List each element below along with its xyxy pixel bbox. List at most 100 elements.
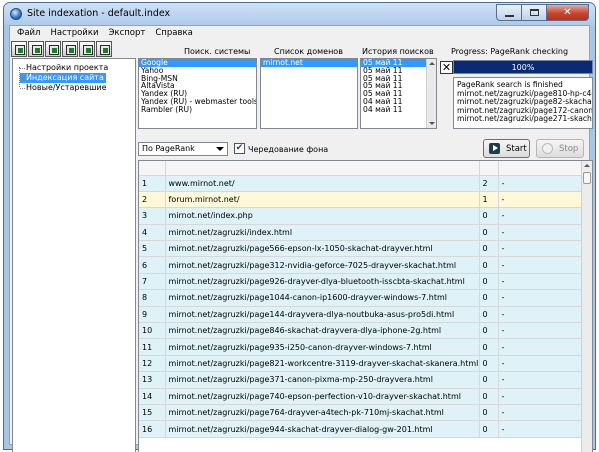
table-row[interactable]: 13 mirnot.net/zagruzki/page371-canon-pixm…: [139, 371, 584, 389]
search-engines-header: Поиск. системы: [184, 47, 251, 56]
table-row[interactable]: 14 mirnot.net/zagruzki/page740-epson-perf…: [139, 388, 584, 405]
toolbar-export-icon[interactable]: [79, 41, 95, 57]
grid-header-cell[interactable]: [165, 161, 480, 176]
menu-settings[interactable]: Настройки: [45, 28, 103, 38]
tree-item-new-obsolete[interactable]: Новые/Устаревшие: [20, 83, 109, 93]
close-icon: ✕: [441, 61, 452, 74]
title-bar[interactable]: Site indexation - default.index ✕: [4, 3, 595, 25]
start-label: Start: [506, 143, 527, 154]
table-cell-extra: -: [498, 420, 584, 438]
search-engines-list[interactable]: Google Yahoo Bing-MSN AltaVista Yandex (…: [138, 58, 257, 129]
table-cell-url: mirnot.net/zagruzki/page764-drayver-a4te…: [165, 404, 480, 422]
client-area: Файл Настройки Экспорт Справка Поиск. си…: [9, 25, 593, 452]
table-cell-pr: 1: [479, 191, 499, 209]
menu-file[interactable]: Файл: [12, 28, 45, 38]
close-button[interactable]: ✕: [547, 4, 589, 21]
table-row[interactable]: 6 mirnot.net/zagruzki/page312-nvidia-gefo…: [139, 256, 584, 274]
delete-history-button[interactable]: ✕: [440, 61, 453, 74]
table-cell-url: www.mirnot.net/: [165, 175, 480, 192]
stop-label: Stop: [559, 143, 579, 154]
domains-list[interactable]: mirnot.net: [260, 58, 358, 129]
tree-item-site-indexation[interactable]: Индексация сайта: [20, 73, 106, 83]
progress-header: Progress: PageRank checking: [451, 47, 569, 56]
table-cell-n: 8: [139, 289, 166, 307]
table-row[interactable]: 4 mirnot.net/zagruzki/index.html 0-: [139, 224, 584, 242]
chevron-down-icon: [216, 147, 224, 151]
grid-header-cell[interactable]: [139, 161, 166, 176]
table-row[interactable]: 1 www.mirnot.net/2-: [139, 175, 584, 192]
start-button[interactable]: Start: [483, 139, 530, 158]
toolbar: [10, 41, 113, 58]
table-cell-url: mirnot.net/zagruzki/page144-drayvera-dly…: [165, 306, 480, 324]
table-row[interactable]: 5 mirnot.net/zagruzki/page566-epson-lx-10…: [139, 240, 584, 258]
table-cell-pr: 0: [479, 404, 499, 422]
history-list[interactable]: 05 май 11 05 май 11 05 май 11 05 май 11 …: [360, 58, 437, 129]
table-cell-n: 9: [139, 306, 166, 324]
table-row[interactable]: 9 mirnot.net/zagruzki/page144-drayvera-dl…: [139, 306, 584, 324]
table-cell-n: 6: [139, 256, 166, 274]
table-row[interactable]: 2 forum.mirnot.net/1-: [139, 191, 584, 209]
table-cell-n: 14: [139, 388, 166, 405]
table-row[interactable]: 3 mirnot.net/index.php 0-: [139, 207, 584, 225]
table-cell-pr: 0: [479, 355, 499, 373]
table-cell-extra: -: [498, 355, 584, 373]
history-header: История поисков: [362, 47, 434, 56]
app-window: Site indexation - default.index ✕ Файл Н…: [3, 2, 596, 452]
scroll-up-icon[interactable]: [429, 62, 435, 65]
alternate-bg-checkbox[interactable]: ✔: [234, 143, 245, 154]
table-cell-n: 2: [139, 191, 166, 209]
sort-select[interactable]: По PageRank: [138, 142, 228, 156]
table-cell-url: mirnot.net/zagruzki/page566-epson-lx-105…: [165, 240, 480, 258]
check-icon: ✔: [235, 143, 244, 153]
toolbar-save-icon[interactable]: [45, 41, 61, 57]
table-cell-n: 15: [139, 404, 166, 422]
sort-select-value: По PageRank: [142, 144, 195, 153]
table-row[interactable]: 12 mirnot.net/zagruzki/page821-workcentre…: [139, 355, 584, 373]
table-cell-pr: 0: [479, 420, 499, 438]
list-item[interactable]: Rambler (RU): [139, 105, 256, 114]
table-cell-url: mirnot.net/zagruzki/page1044-canon-ip160…: [165, 289, 480, 307]
scroll-down-icon[interactable]: [429, 122, 435, 125]
scroll-up-icon[interactable]: [584, 164, 590, 167]
table-row[interactable]: 7 mirnot.net/zagruzki/page926-drayver-dly…: [139, 273, 584, 291]
table-cell-extra: -: [498, 338, 584, 356]
menu-help[interactable]: Справка: [150, 28, 197, 38]
table-row[interactable]: 15 mirnot.net/zagruzki/page764-drayver-a4…: [139, 404, 584, 422]
table-cell-pr: 0: [479, 371, 499, 389]
table-cell-pr: 0: [479, 207, 499, 225]
toolbar-new-icon[interactable]: [11, 41, 27, 57]
minimize-button[interactable]: [496, 4, 522, 21]
stop-icon: [542, 143, 553, 154]
table-cell-url: mirnot.net/zagruzki/page944-skachat-dray…: [165, 420, 480, 438]
table-row[interactable]: 16 mirnot.net/zagruzki/page944-skachat-dr…: [139, 420, 584, 438]
list-item[interactable]: 04 май 11: [361, 105, 436, 114]
results-grid: 1 www.mirnot.net/2-2 forum.mirnot.net/1-3 m…: [138, 160, 593, 452]
list-item[interactable]: mirnot.net: [261, 59, 357, 67]
table-cell-url: mirnot.net/zagruzki/page926-drayver-dlya…: [165, 273, 480, 291]
history-scrollbar[interactable]: [426, 59, 436, 128]
scroll-thumb[interactable]: [583, 172, 591, 184]
table-cell-url: mirnot.net/zagruzki/index.html: [165, 224, 480, 242]
toolbar-open-icon[interactable]: [28, 41, 44, 57]
menu-export[interactable]: Экспорт: [104, 28, 151, 38]
table-row[interactable]: 8 mirnot.net/zagruzki/page1044-canon-ip16…: [139, 289, 584, 307]
maximize-button[interactable]: [522, 4, 547, 21]
grid-header-cell[interactable]: [479, 161, 499, 176]
table-cell-url: mirnot.net/zagruzki/page821-workcentre-3…: [165, 355, 480, 373]
play-icon: [489, 143, 500, 154]
table-cell-extra: -: [498, 388, 584, 405]
table-cell-pr: 0: [479, 322, 499, 340]
grid-header-row: [139, 161, 584, 176]
stop-button[interactable]: Stop: [536, 139, 584, 158]
table-row[interactable]: 10 mirnot.net/zagruzki/page846-skachat-dr…: [139, 322, 584, 340]
tree-item-project-settings[interactable]: Настройки проекта: [20, 63, 110, 73]
grid-header-cell[interactable]: [498, 161, 584, 176]
toolbar-import-icon[interactable]: [62, 41, 78, 57]
table-cell-n: 16: [139, 420, 166, 438]
table-cell-url: forum.mirnot.net/: [165, 191, 480, 209]
table-cell-pr: 0: [479, 224, 499, 242]
grid-scrollbar[interactable]: [581, 161, 592, 452]
toolbar-print-icon[interactable]: [96, 41, 112, 57]
window-controls: ✕: [496, 4, 589, 21]
table-row[interactable]: 11 mirnot.net/zagruzki/page935-i250-canon…: [139, 338, 584, 356]
